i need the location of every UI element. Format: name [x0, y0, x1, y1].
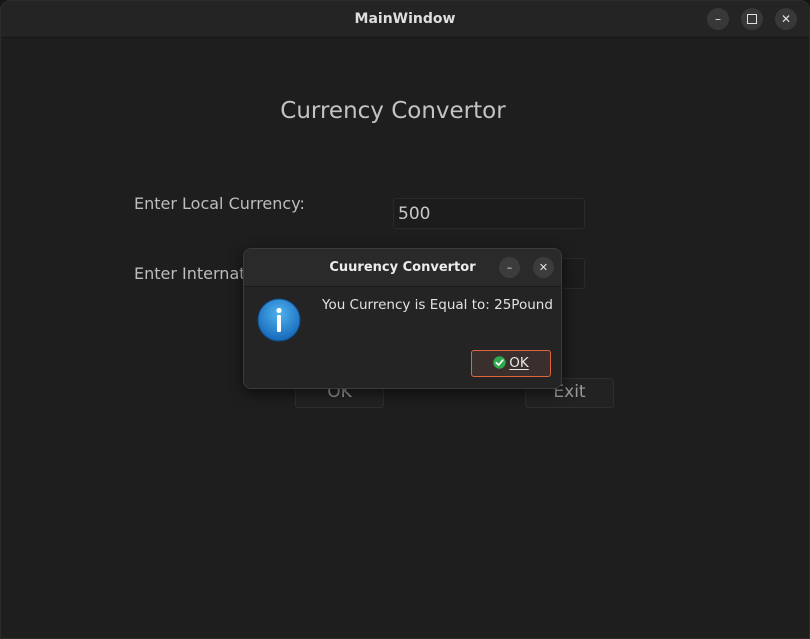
close-icon: ✕ — [538, 261, 549, 274]
dialog-ok-label: OK — [509, 355, 529, 371]
page-title: Currency Convertor — [280, 98, 506, 124]
message-dialog: Cuurency Convertor – ✕ You Currency is E… — [243, 248, 562, 389]
minimize-button[interactable]: – — [707, 8, 729, 30]
close-icon: ✕ — [780, 12, 792, 26]
minimize-icon: – — [506, 261, 513, 274]
dialog-titlebar[interactable]: Cuurency Convertor – ✕ — [244, 249, 561, 287]
dialog-minimize-button[interactable]: – — [499, 257, 520, 278]
local-currency-label: Enter Local Currency: — [134, 194, 305, 213]
close-button[interactable]: ✕ — [775, 8, 797, 30]
dialog-message: You Currency is Equal to: 25Pound — [322, 297, 553, 313]
window-titlebar[interactable]: MainWindow – ✕ — [1, 1, 809, 38]
minimize-icon: – — [715, 12, 721, 26]
maximize-button[interactable] — [741, 8, 763, 30]
maximize-icon — [747, 13, 757, 24]
dialog-ok-button[interactable]: OK — [471, 350, 551, 377]
dialog-title: Cuurency Convertor — [329, 260, 476, 275]
information-icon — [257, 298, 301, 342]
dialog-close-button[interactable]: ✕ — [533, 257, 554, 278]
check-icon — [493, 355, 506, 369]
dialog-body: You Currency is Equal to: 25Pound OK — [244, 287, 561, 388]
local-currency-input[interactable]: 500 — [393, 198, 585, 229]
window-title: MainWindow — [354, 11, 456, 27]
